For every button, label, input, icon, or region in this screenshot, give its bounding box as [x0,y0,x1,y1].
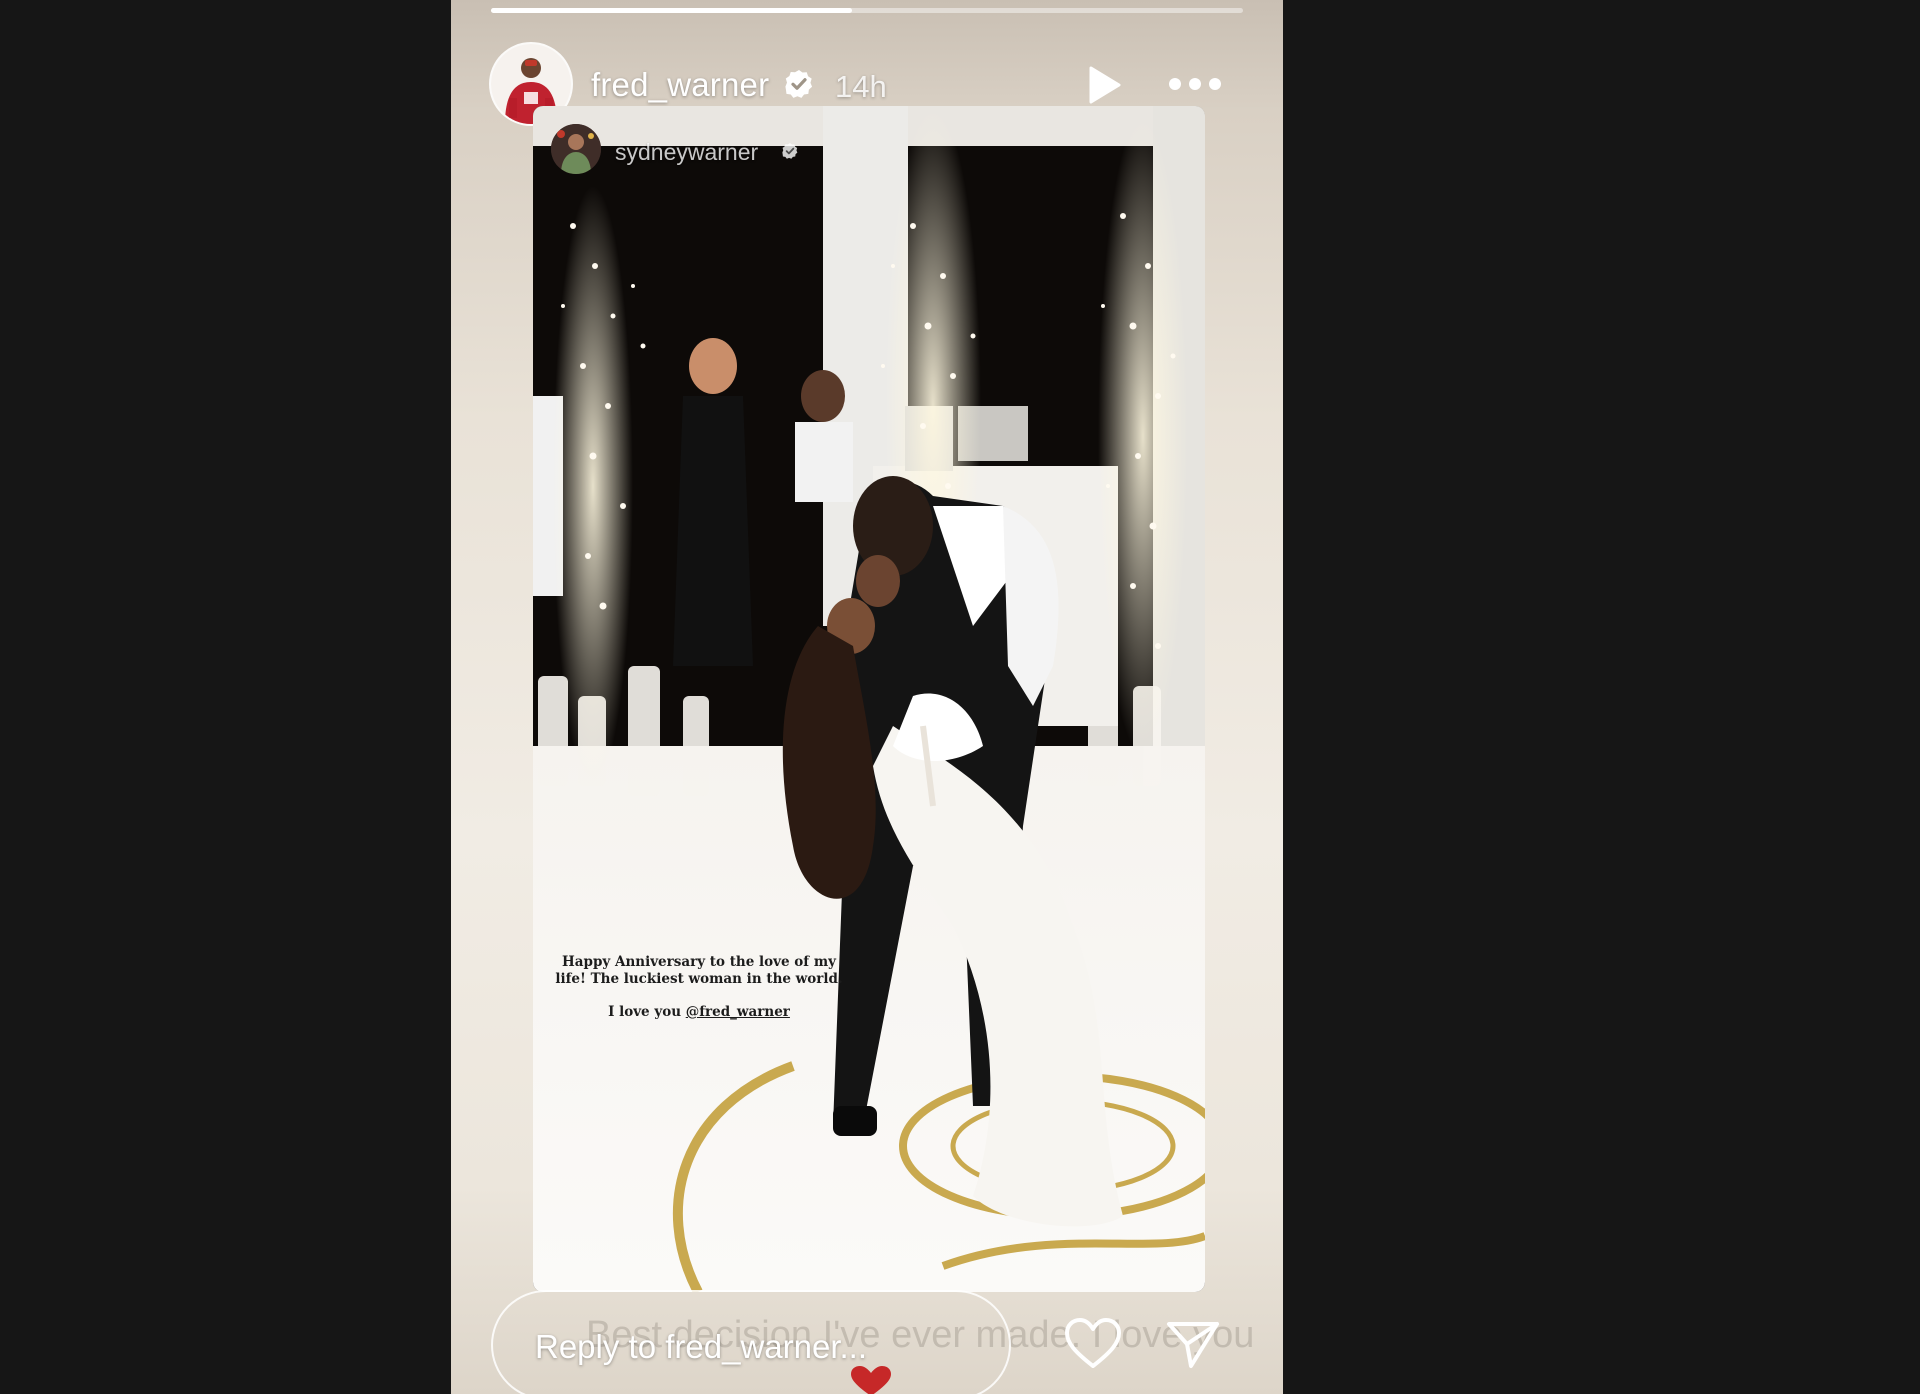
red-heart-icon [851,1366,891,1394]
story-viewer: fred_warner 14h sydneywarner Happy Anniv… [0,0,1920,1394]
caption-text: Happy Anniversary to the love of my life… [555,954,843,987]
caption-mention-link[interactable]: @fred_warner [686,1004,790,1020]
reply-placeholder: Reply to fred_warner... [535,1328,867,1365]
story-timestamp: 14h [835,69,887,104]
more-horizontal-icon[interactable] [1167,70,1223,98]
reshared-verified-badge-icon [782,143,798,159]
verified-badge-icon [785,70,813,98]
reshared-caption: Happy Anniversary to the love of my life… [549,954,849,1021]
send-icon[interactable] [1165,1318,1221,1370]
reply-input[interactable]: Reply to fred_warner... [491,1290,1011,1394]
play-icon[interactable] [1083,64,1123,106]
reshared-author-username[interactable]: sydneywarner [615,139,758,166]
story-progress-fill [491,8,852,13]
reshared-author-avatar[interactable] [551,124,601,174]
heart-outline-icon[interactable] [1063,1316,1123,1372]
wedding-photo [533,106,1205,1292]
reshared-author-avatar-image [551,124,601,174]
reshared-post[interactable]: sydneywarner Happy Anniversary to the lo… [533,106,1205,1292]
author-username[interactable]: fred_warner [591,66,769,104]
story-progress-bar [491,8,1243,13]
caption-love-line: I love you @fred_warner [549,1004,849,1021]
caption-love-prefix: I love you [608,1004,686,1020]
story-frame[interactable]: fred_warner 14h sydneywarner Happy Anniv… [451,0,1283,1394]
